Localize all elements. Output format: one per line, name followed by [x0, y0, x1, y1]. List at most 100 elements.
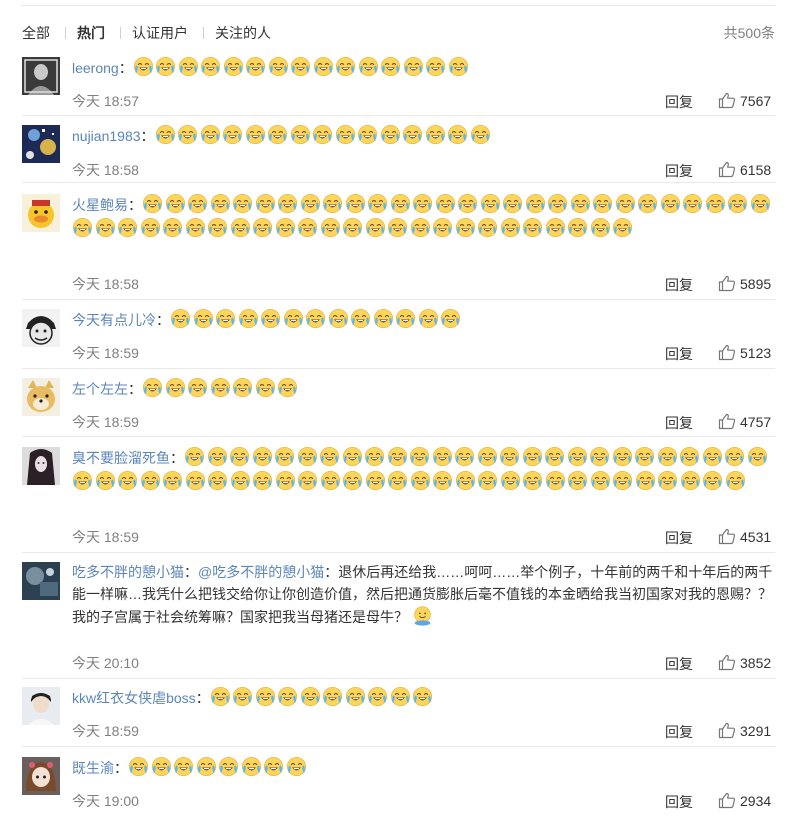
crying-laughing-emoji-icon — [320, 470, 341, 491]
crying-laughing-emoji-icon — [322, 686, 343, 707]
yellow-duck-avatar[interactable] — [22, 194, 60, 232]
commenter-username[interactable]: 左个左左 — [72, 381, 128, 397]
crying-laughing-emoji-icon — [440, 308, 461, 329]
crying-laughing-emoji-icon — [165, 377, 186, 398]
shiba-dog-avatar[interactable] — [22, 378, 60, 416]
top-divider — [22, 5, 775, 6]
crying-laughing-emoji-icon — [592, 193, 613, 214]
crying-laughing-emoji-icon — [207, 217, 228, 238]
crying-laughing-emoji-icon — [380, 124, 401, 145]
reply-button[interactable]: 回复 — [665, 161, 693, 181]
reply-button[interactable]: 回复 — [665, 792, 693, 812]
commenter-username[interactable]: 火星鲍易 — [72, 197, 128, 213]
person-portrait-avatar[interactable] — [22, 57, 60, 95]
like-button[interactable]: 4757 — [718, 413, 771, 430]
anime-art-avatar[interactable] — [22, 125, 60, 163]
crying-laughing-emoji-icon — [410, 217, 431, 238]
crying-laughing-emoji-icon — [425, 56, 446, 77]
reply-button[interactable]: 回复 — [665, 275, 693, 295]
comment-item: 左个左左： 今天 18:59 回复 4757 — [22, 377, 775, 437]
crying-laughing-emoji-icon — [300, 686, 321, 707]
crying-laughing-emoji-icon — [275, 217, 296, 238]
crying-laughing-emoji-icon — [567, 470, 588, 491]
comment-divider — [22, 368, 775, 369]
reply-button[interactable]: 回复 — [665, 528, 693, 548]
like-button[interactable]: 7567 — [718, 92, 771, 109]
crying-laughing-emoji-icon — [229, 446, 250, 467]
like-button[interactable]: 4531 — [718, 528, 771, 545]
like-count: 5123 — [740, 345, 772, 361]
thumbs-up-icon — [718, 413, 736, 430]
blurred-photo-avatar[interactable] — [22, 562, 60, 600]
tab-following[interactable]: 关注的人 — [215, 23, 271, 43]
crying-laughing-emoji-icon — [432, 470, 453, 491]
crying-laughing-emoji-icon — [373, 308, 394, 329]
commenter-username[interactable]: leerong — [72, 60, 119, 76]
young-man-avatar[interactable] — [22, 687, 60, 725]
reply-button[interactable]: 回复 — [665, 92, 693, 112]
crying-laughing-emoji-icon — [241, 756, 262, 777]
comment-timestamp: 今天 18:58 — [72, 276, 139, 292]
like-button[interactable]: 2934 — [718, 792, 771, 809]
crying-laughing-emoji-icon — [187, 377, 208, 398]
crying-laughing-emoji-icon — [185, 217, 206, 238]
crying-laughing-emoji-icon — [657, 446, 678, 467]
crying-laughing-emoji-icon — [702, 470, 723, 491]
reply-button[interactable]: 回复 — [665, 722, 693, 742]
crying-laughing-emoji-icon — [275, 470, 296, 491]
crying-laughing-emoji-icon — [173, 756, 194, 777]
comment-timestamp: 今天 20:10 — [72, 655, 139, 671]
crying-laughing-emoji-icon — [702, 446, 723, 467]
commenter-username[interactable]: 既生渝 — [72, 760, 114, 776]
anime-pirate-avatar[interactable] — [22, 309, 60, 347]
crying-laughing-emoji-icon — [455, 217, 476, 238]
crying-laughing-emoji-icon — [155, 124, 176, 145]
thumbs-up-icon — [718, 792, 736, 809]
crying-laughing-emoji-icon — [380, 56, 401, 77]
reply-button[interactable]: 回复 — [665, 344, 693, 364]
like-count: 4757 — [740, 414, 772, 430]
commenter-username[interactable]: 今天有点儿冷 — [72, 312, 156, 328]
crying-laughing-emoji-icon — [425, 124, 446, 145]
crying-laughing-emoji-icon — [454, 446, 475, 467]
crying-laughing-emoji-icon — [255, 377, 276, 398]
crying-laughing-emoji-icon — [196, 756, 217, 777]
crying-laughing-emoji-icon — [387, 217, 408, 238]
crying-laughing-emoji-icon — [499, 446, 520, 467]
tab-verified-users[interactable]: 认证用户 — [132, 23, 188, 43]
comment-divider — [22, 182, 775, 183]
crying-laughing-emoji-icon — [412, 686, 433, 707]
tab-hot[interactable]: 热门 — [77, 23, 105, 43]
commenter-username[interactable]: nujian1983 — [72, 128, 141, 144]
comment-divider — [22, 552, 775, 553]
crying-laughing-emoji-icon — [342, 217, 363, 238]
like-button[interactable]: 5123 — [718, 344, 771, 361]
crying-laughing-emoji-icon — [128, 756, 149, 777]
commenter-username[interactable]: 臭不要脸溜死鱼 — [72, 450, 170, 466]
comment-item: kkw红衣女侠虐boss： 今天 18:59 回复 3291 — [22, 686, 775, 747]
dark-hair-avatar[interactable] — [22, 447, 60, 485]
mention-link[interactable]: @吃多不胖的憩小猫 — [198, 564, 324, 580]
like-button[interactable]: 5895 — [718, 275, 771, 292]
reply-button[interactable]: 回复 — [665, 413, 693, 433]
commenter-username[interactable]: kkw红衣女侠虐boss — [72, 690, 196, 706]
crying-laughing-emoji-icon — [545, 217, 566, 238]
crying-laughing-emoji-icon — [277, 686, 298, 707]
tab-all[interactable]: 全部 — [22, 23, 50, 43]
crying-laughing-emoji-icon — [432, 446, 453, 467]
crying-laughing-emoji-icon — [432, 217, 453, 238]
comment-item: 火星鲍易： 今天 18:58 回复 5895 — [22, 193, 775, 300]
crying-laughing-emoji-icon — [357, 124, 378, 145]
commenter-username[interactable]: 吃多不胖的憩小猫 — [72, 564, 184, 580]
comment-item: 今天有点儿冷： 今天 18:59 回复 5123 — [22, 308, 775, 369]
username-separator: ： — [184, 564, 198, 580]
like-button[interactable]: 3291 — [718, 722, 771, 739]
anime-girl-avatar[interactable] — [22, 757, 60, 795]
crying-laughing-emoji-icon — [210, 377, 231, 398]
comment-content: leerong： — [72, 56, 775, 80]
like-button[interactable]: 6158 — [718, 161, 771, 178]
crying-laughing-emoji-icon — [260, 308, 281, 329]
like-button[interactable]: 3852 — [718, 654, 771, 671]
reply-button[interactable]: 回复 — [665, 654, 693, 674]
crying-laughing-emoji-icon — [345, 686, 366, 707]
